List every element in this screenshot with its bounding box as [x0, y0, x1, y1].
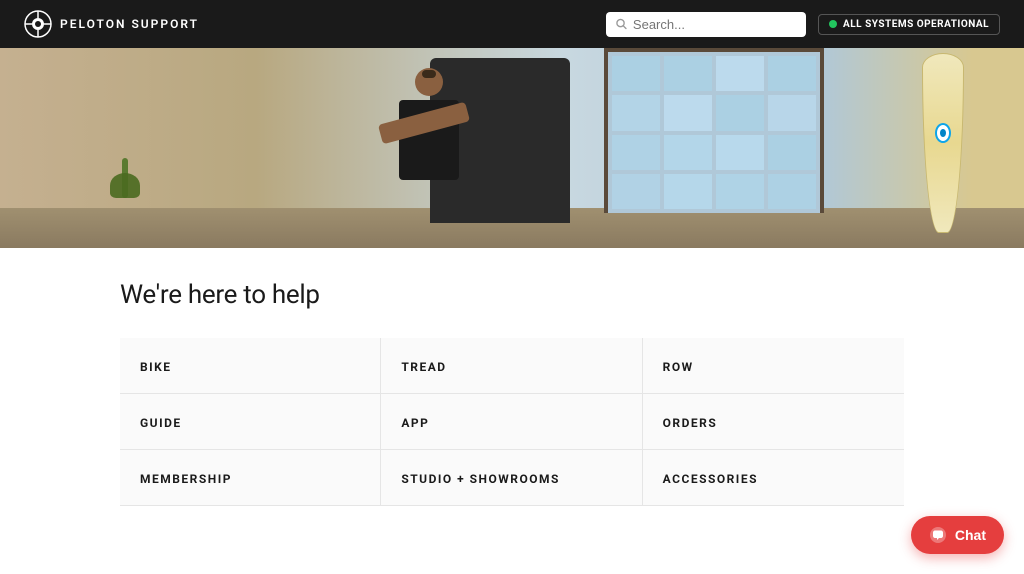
- search-icon: [616, 18, 627, 30]
- category-label-bike: BIKE: [140, 360, 172, 374]
- category-label-studio-showrooms: STUDIO + SHOWROOMS: [401, 472, 560, 486]
- chat-label: Chat: [955, 527, 986, 543]
- peloton-logo: PELOTON SUPPORT: [24, 10, 199, 38]
- hero-image: [0, 48, 1024, 248]
- category-label-guide: GUIDE: [140, 416, 182, 430]
- category-label-accessories: ACCESSORIES: [663, 472, 758, 486]
- category-label-tread: TREAD: [401, 360, 446, 374]
- category-label-membership: MEMBERSHIP: [140, 472, 232, 486]
- category-cell-orders[interactable]: ORDERS: [643, 394, 904, 450]
- header-right: ALL SYSTEMS OPERATIONAL: [606, 12, 1000, 37]
- category-cell-guide[interactable]: GUIDE: [120, 394, 381, 450]
- category-cell-bike[interactable]: BIKE: [120, 338, 381, 394]
- systems-status-badge: ALL SYSTEMS OPERATIONAL: [818, 14, 1000, 35]
- header: PELOTON SUPPORT ALL SYSTEMS OPERATIONAL: [0, 0, 1024, 48]
- main-content: We're here to help BIKE TREAD ROW GUIDE …: [0, 248, 1024, 530]
- chat-button[interactable]: Chat: [911, 516, 1004, 554]
- category-label-row: ROW: [663, 360, 694, 374]
- category-cell-accessories[interactable]: ACCESSORIES: [643, 450, 904, 506]
- category-label-app: APP: [401, 416, 429, 430]
- category-cell-membership[interactable]: MEMBERSHIP: [120, 450, 381, 506]
- search-box[interactable]: [606, 12, 806, 37]
- category-label-orders: ORDERS: [663, 416, 718, 430]
- category-grid: BIKE TREAD ROW GUIDE APP ORDERS MEMBERSH…: [120, 338, 904, 506]
- chat-bubble-icon: [929, 526, 947, 544]
- category-cell-tread[interactable]: TREAD: [381, 338, 642, 394]
- hero-background: [0, 48, 1024, 248]
- systems-status-text: ALL SYSTEMS OPERATIONAL: [843, 19, 989, 30]
- search-input[interactable]: [633, 17, 796, 32]
- peloton-logo-icon: [24, 10, 52, 38]
- category-cell-app[interactable]: APP: [381, 394, 642, 450]
- logo-text: PELOTON SUPPORT: [60, 17, 199, 31]
- category-cell-row[interactable]: ROW: [643, 338, 904, 394]
- header-left: PELOTON SUPPORT: [24, 10, 199, 38]
- status-dot-icon: [829, 20, 837, 28]
- category-cell-studio-showrooms[interactable]: STUDIO + SHOWROOMS: [381, 450, 642, 506]
- help-title: We're here to help: [120, 280, 904, 310]
